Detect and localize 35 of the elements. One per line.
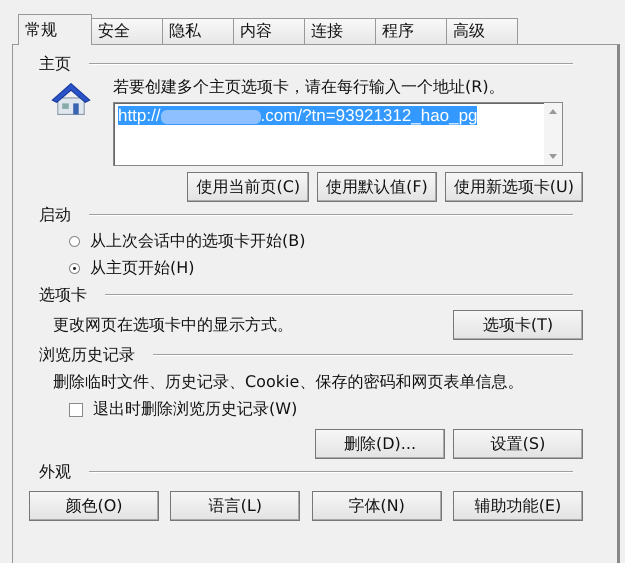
history-button[interactable]: 设置(S)	[453, 429, 583, 459]
section-title: 浏览历史记录	[39, 344, 135, 366]
scroll-up-icon[interactable]	[549, 109, 557, 114]
scrollbar[interactable]	[544, 103, 562, 165]
appearance-button[interactable]: 语言(L)	[170, 491, 300, 521]
tab[interactable]: 常规	[18, 14, 92, 45]
radio-button[interactable]	[69, 236, 80, 247]
tab[interactable]: 程序	[375, 18, 447, 44]
section-title: 启动	[39, 204, 71, 226]
tab[interactable]: 连接	[304, 18, 376, 44]
section-title: 外观	[39, 462, 71, 482]
tab[interactable]: 隐私	[162, 18, 234, 44]
section-title: 主页	[39, 54, 71, 74]
scroll-down-icon[interactable]	[549, 154, 557, 159]
description-text: 更改网页在选项卡中的显示方式。	[52, 314, 293, 336]
home-page-button[interactable]: 使用当前页(C)	[187, 172, 310, 202]
appearance-button[interactable]: 字体(N)	[312, 491, 442, 521]
section-title: 选项卡	[39, 284, 87, 306]
checkbox[interactable]	[69, 402, 83, 416]
tabs-button[interactable]: 选项卡(T)	[453, 310, 583, 340]
radio-button[interactable]	[69, 263, 80, 274]
radio-label: 从上次会话中的选项卡开始(B)	[90, 231, 306, 252]
url-text: http:// .com/?tn=93921312_hao_pg	[118, 106, 478, 125]
home-page-button[interactable]: 使用默认值(F)	[317, 172, 437, 202]
home-page-button[interactable]: 使用新选项卡(U)	[444, 172, 583, 202]
radio-label: 从主页开始(H)	[90, 258, 195, 279]
tab[interactable]: 安全	[91, 18, 163, 44]
tab[interactable]: 高级	[446, 18, 518, 44]
instruction-text: 若要创建多个主页选项卡，请在每行输入一个地址(R)。	[113, 77, 506, 98]
history-button[interactable]: 删除(D)...	[315, 429, 445, 459]
appearance-button[interactable]: 辅助功能(E)	[452, 491, 583, 521]
checkbox-label: 退出时删除浏览历史记录(W)	[93, 399, 298, 420]
appearance-button[interactable]: 颜色(O)	[29, 491, 159, 521]
tab[interactable]: 内容	[233, 18, 305, 44]
description-text: 删除临时文件、历史记录、Cookie、保存的密码和网页表单信息。	[52, 371, 524, 393]
